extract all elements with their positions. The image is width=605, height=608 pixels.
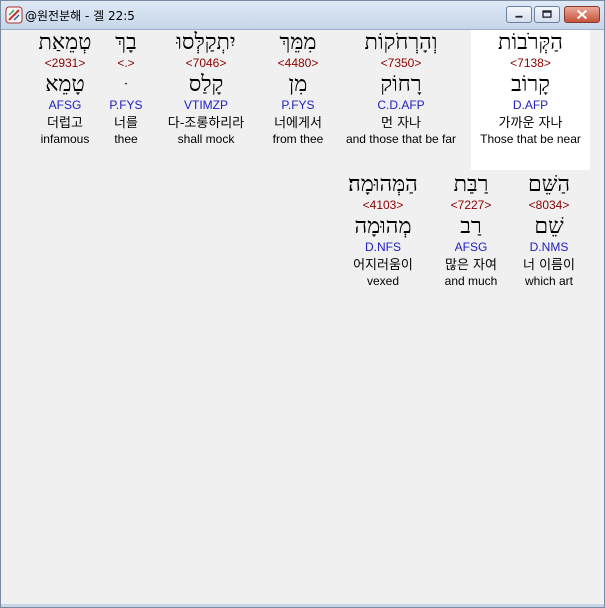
english-gloss: and those that be far <box>345 132 457 146</box>
morphology-code: D.NMS <box>529 240 569 254</box>
english-gloss: shall mock <box>177 132 235 146</box>
strong-number: <4103> <box>362 198 404 212</box>
app-window: @원전분해 - 겔 22:5 הַקְּרֹבוֹת <7138> קָרוֹב… <box>0 0 605 608</box>
word-cell[interactable]: טְמֵאַת <2931> טָמֵא AFSG 더럽고 infamous <box>32 30 98 170</box>
maximize-button[interactable] <box>534 6 560 23</box>
hebrew-root: קָרוֹב <box>511 72 550 97</box>
strong-number: <7138> <box>510 56 551 70</box>
word-cell[interactable]: רַבַּת <7227> רַב AFSG 많은 자여 and much <box>434 172 508 312</box>
interlinear-panel: הַקְּרֹבוֹת <7138> קָרוֹב D.AFP 가까운 자나 T… <box>4 30 601 604</box>
word-cell[interactable]: וְהָרְחֹקוֹת <7350> רָחוֹק C.D.AFP 먼 자나 … <box>338 30 464 170</box>
english-gloss: from thee <box>272 132 324 146</box>
english-gloss: vexed <box>366 274 400 288</box>
morphology-code: AFSG <box>48 98 82 112</box>
hebrew-root: קָלַס <box>188 72 224 97</box>
word-cell[interactable]: הַקְּרֹבוֹת <7138> קָרוֹב D.AFP 가까운 자나 T… <box>471 30 590 170</box>
strong-number: <7350> <box>380 56 422 70</box>
english-gloss: Those that be near <box>480 132 581 146</box>
hebrew-word: הַשֵּׁם <box>528 172 570 197</box>
morphology-code: AFSG <box>454 240 488 254</box>
korean-gloss: 먼 자나 <box>380 116 421 131</box>
app-logo-icon <box>5 6 23 24</box>
maximize-icon <box>542 10 552 18</box>
english-gloss: and much <box>444 274 498 288</box>
hebrew-word: יִתְקַלְּסוּ <box>176 30 236 55</box>
hebrew-word: הַקְּרֹבוֹת <box>498 30 563 55</box>
hebrew-word: וְהָרְחֹקוֹת <box>364 30 438 55</box>
korean-gloss: 너 이름이 <box>523 258 575 273</box>
english-gloss: infamous <box>40 132 90 146</box>
english-gloss: thee <box>114 132 138 146</box>
korean-gloss: 많은 자여 <box>445 258 497 273</box>
word-cell[interactable]: הַשֵּׁם <8034> שֵׁם D.NMS 너 이름이 which ar… <box>512 172 586 312</box>
strong-number: <7046> <box>185 56 227 70</box>
morphology-code: D.AFP <box>512 98 549 112</box>
korean-gloss: 더럽고 <box>47 116 83 131</box>
korean-gloss: 너를 <box>114 116 138 131</box>
word-cell[interactable]: יִתְקַלְּסוּ <7046> קָלַס VTIMZP 다-조롱하리라… <box>156 30 256 170</box>
minimize-icon <box>515 15 523 18</box>
strong-number: <7227> <box>450 198 492 212</box>
minimize-button[interactable] <box>506 6 532 23</box>
morphology-code: P.FYS <box>109 98 143 112</box>
strong-number: <2931> <box>44 56 86 70</box>
hebrew-root: מְהוּמָה <box>354 214 412 239</box>
strong-number: <.> <box>117 56 135 70</box>
hebrew-word: הַמְּהוּמָה׃ <box>348 172 418 197</box>
hebrew-root: מִן <box>288 72 308 97</box>
hebrew-word: רַבַּת <box>453 172 489 197</box>
strong-number: <4480> <box>277 56 319 70</box>
close-button[interactable] <box>564 6 600 23</box>
morphology-code: C.D.AFP <box>377 98 425 112</box>
morphology-code: VTIMZP <box>184 98 228 112</box>
hebrew-root: ּ <box>103 72 149 98</box>
morphology-code: P.FYS <box>281 98 315 112</box>
korean-gloss: 가까운 자나 <box>498 116 563 131</box>
korean-gloss: 어지러움이 <box>353 258 413 273</box>
hebrew-root: רַב <box>460 214 482 239</box>
korean-gloss: 다-조롱하리라 <box>167 116 245 131</box>
hebrew-root: שֵׁם <box>534 214 564 239</box>
title-bar[interactable]: @원전분해 - 겔 22:5 <box>1 1 604 30</box>
strong-number: <8034> <box>528 198 570 212</box>
close-icon <box>576 9 588 20</box>
hebrew-word: בָךְ <box>115 30 137 55</box>
window-bottom-border <box>1 604 604 607</box>
word-cell[interactable]: בָךְ <.> ּ P.FYS 너를 thee <box>103 30 149 170</box>
hebrew-root: רָחוֹק <box>380 72 422 97</box>
window-title: @원전분해 - 겔 22:5 <box>25 9 135 23</box>
english-gloss: which art <box>524 274 574 288</box>
word-cell[interactable]: מִמֵּךְ <4480> מִן P.FYS 너에게서 from thee <box>263 30 333 170</box>
hebrew-root: טָמֵא <box>45 72 85 97</box>
word-cell[interactable]: הַמְּהוּמָה׃ <4103> מְהוּמָה D.NFS 어지러움이… <box>338 172 428 312</box>
hebrew-word: מִמֵּךְ <box>279 30 317 55</box>
korean-gloss: 너에게서 <box>274 116 322 131</box>
morphology-code: D.NFS <box>365 240 401 254</box>
hebrew-word: טְמֵאַת <box>38 30 92 55</box>
